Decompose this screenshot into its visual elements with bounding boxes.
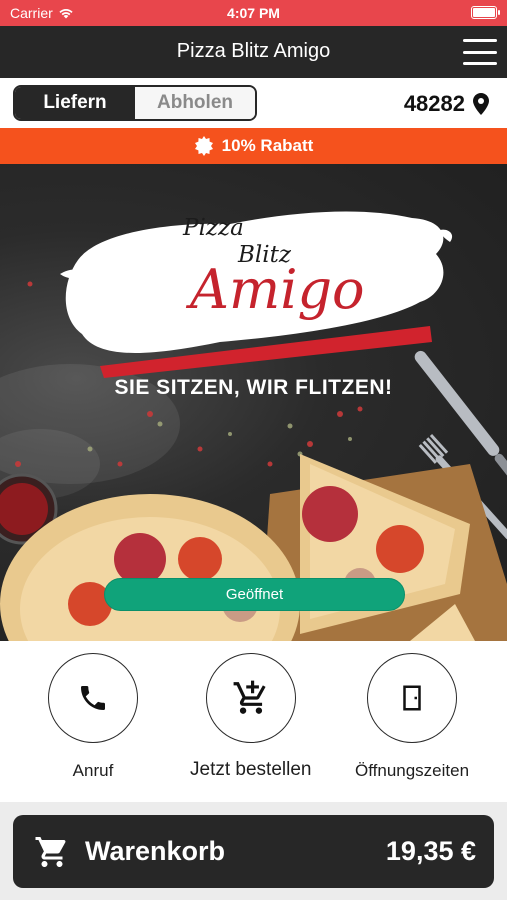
cart-total: 19,35 € (385, 836, 476, 866)
call-label: Anruf (72, 761, 114, 780)
hamburger-menu-icon[interactable] (463, 39, 497, 65)
deliver-tab[interactable]: Liefern (15, 87, 135, 119)
discount-text: 10% Rabatt (221, 136, 314, 155)
call-button[interactable] (48, 653, 138, 743)
door-icon (403, 685, 421, 711)
call-action[interactable]: Anruf (48, 653, 138, 781)
cart-button[interactable]: Warenkorb 19,35 € (13, 815, 494, 888)
discount-banner: 10% Rabatt (0, 128, 507, 164)
open-status-button[interactable]: Geöffnet (104, 578, 405, 611)
order-now-action[interactable]: Jetzt bestellen (190, 653, 311, 781)
order-now-label: Jetzt bestellen (190, 759, 312, 780)
logo-line-pizza: Pizza (183, 215, 244, 241)
order-now-button[interactable] (205, 653, 296, 743)
cart-label: Warenkorb (85, 836, 226, 866)
opening-hours-action[interactable]: Öffnungszeiten (355, 653, 469, 781)
shopping-cart-icon (35, 837, 66, 867)
hero-banner: Pizza Blitz Amigo SIE SITZEN, WIR FLITZE… (0, 164, 507, 641)
quick-actions: Anruf Jetzt bestellen Öffnungszeiten (0, 641, 507, 802)
nav-bar: Pizza Blitz Amigo (0, 26, 507, 78)
delivery-mode-bar: Liefern Abholen 48282 (0, 78, 507, 128)
opening-hours-label: Öffnungszeiten (355, 761, 470, 780)
badge-icon (194, 136, 213, 156)
location-pin-icon (473, 93, 489, 115)
logo-line-amigo: Amigo (190, 258, 365, 321)
zip-selector[interactable]: 48282 (404, 91, 489, 117)
battery-icon (471, 6, 500, 19)
page-title: Pizza Blitz Amigo (176, 40, 331, 62)
opening-hours-button[interactable] (367, 653, 458, 743)
delivery-mode-toggle: Liefern Abholen (13, 85, 257, 121)
clock: 4:07 PM (227, 5, 280, 21)
cart-icon (233, 680, 266, 714)
status-bar: Carrier 4:07 PM (0, 0, 507, 26)
zip-code: 48282 (403, 91, 465, 116)
hero-illustration (0, 211, 507, 641)
phone-icon (81, 686, 105, 710)
pickup-tab[interactable]: Abholen (135, 87, 255, 119)
slogan: SIE SITZEN, WIR FLITZEN! (114, 376, 393, 399)
